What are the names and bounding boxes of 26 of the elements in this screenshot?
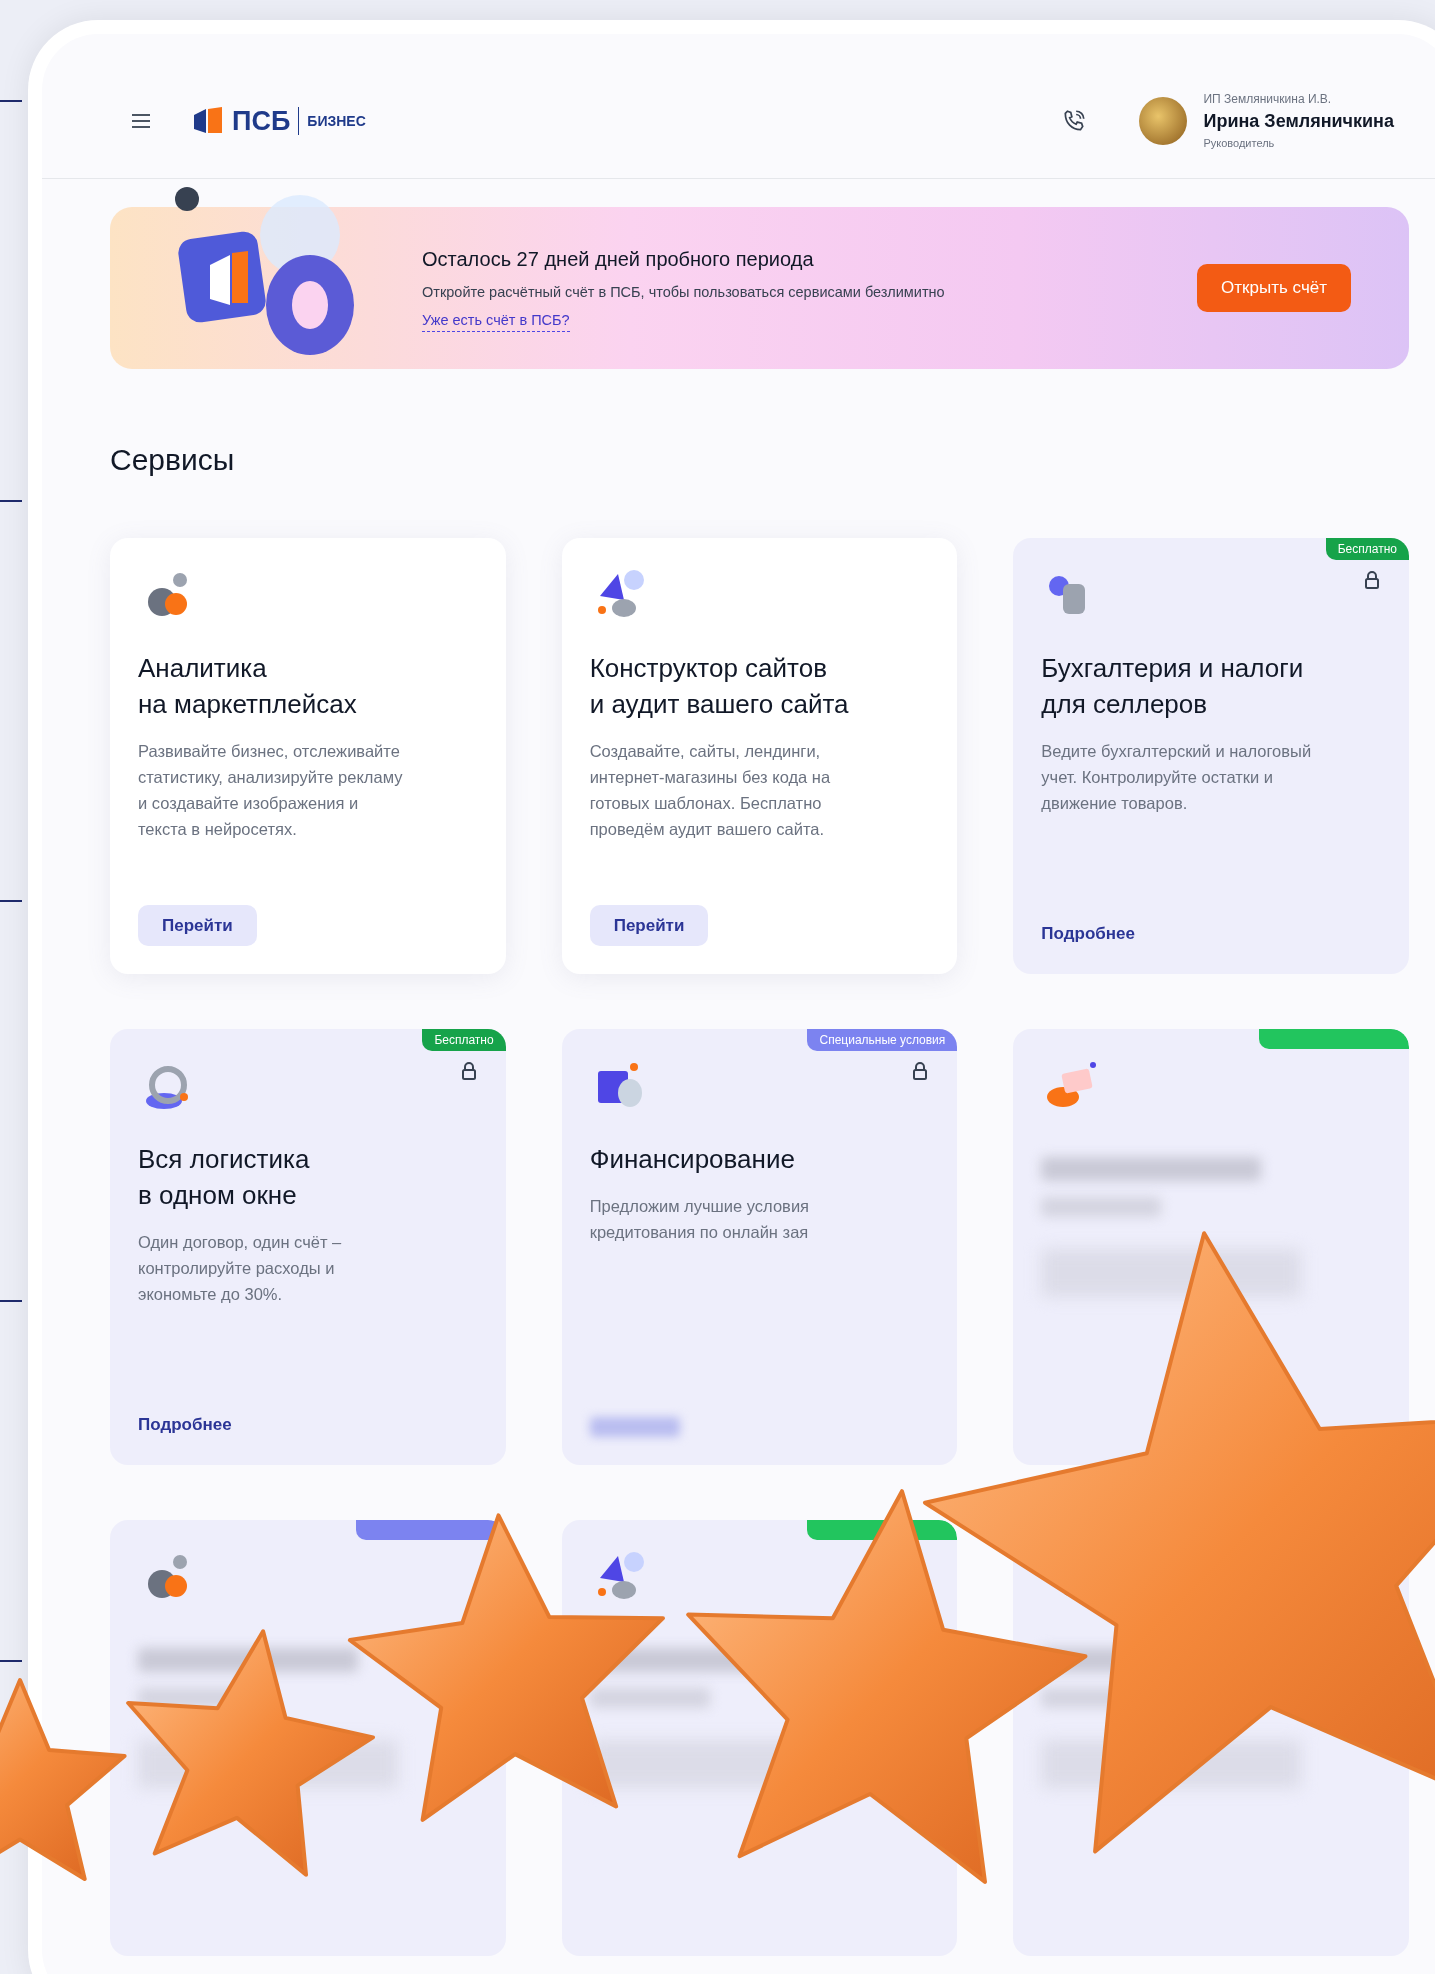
card-title: Аналитика на маркетплейсах (138, 652, 358, 721)
account-link[interactable]: Уже есть счёт в ПСБ? (422, 309, 570, 333)
user-name: Ирина Земляничкина (1203, 110, 1394, 134)
company-name: ИП Земляничкина И.В. (1203, 91, 1333, 109)
go-button[interactable]: Перейти (589, 904, 709, 946)
card-title: Вся логистика в одном окне (138, 1143, 311, 1212)
card-description: Предложим лучшие условия кредитования по онлайн зая (589, 1196, 811, 1243)
card-title: Финансирование (589, 1143, 796, 1176)
go-button[interactable]: Перейти (138, 904, 257, 946)
card-description: Ведите бухгалтерский и налоговый учет. Контролируйте остатки и движение товаров. (1041, 741, 1312, 814)
more-link[interactable]: Подробнее (1041, 923, 1135, 943)
badge: Специальные условия (807, 1029, 958, 1051)
card-title: Конструктор сайтов и аудит вашего сайта (589, 652, 850, 721)
brand-name: ПСБ (232, 104, 291, 138)
badge: Бесплатно (422, 1029, 506, 1051)
card-description: Создавайте, сайты, лендинги, интернет-магазины без кода на готовых шаблонах. Бесплатно проведём аудит вашего сайта. (589, 741, 832, 840)
banner-title: Осталось 27 дней дней пробного периода (422, 246, 815, 272)
card-description: Развивайте бизнес, отслеживайте статистику, анализируйте рекламу и создавайте изображения и текста в нейросетях. (138, 741, 404, 840)
product-name: БИЗНЕС (307, 111, 366, 131)
more-link[interactable]: Подробнее (138, 1414, 232, 1434)
card-description: Один договор, один счёт – контролируйте расходы и экономьте до 30%. (138, 1232, 343, 1305)
banner-text: Откройте расчётный счёт в ПСБ, чтобы пользоваться сервисами безлимитно (422, 282, 946, 302)
badge: Бесплатно (1325, 538, 1409, 560)
user-role: Руководитель (1203, 136, 1276, 152)
section-title: Сервисы (110, 442, 236, 478)
card-title: Бухгалтерия и налоги для селлеров (1041, 652, 1305, 721)
